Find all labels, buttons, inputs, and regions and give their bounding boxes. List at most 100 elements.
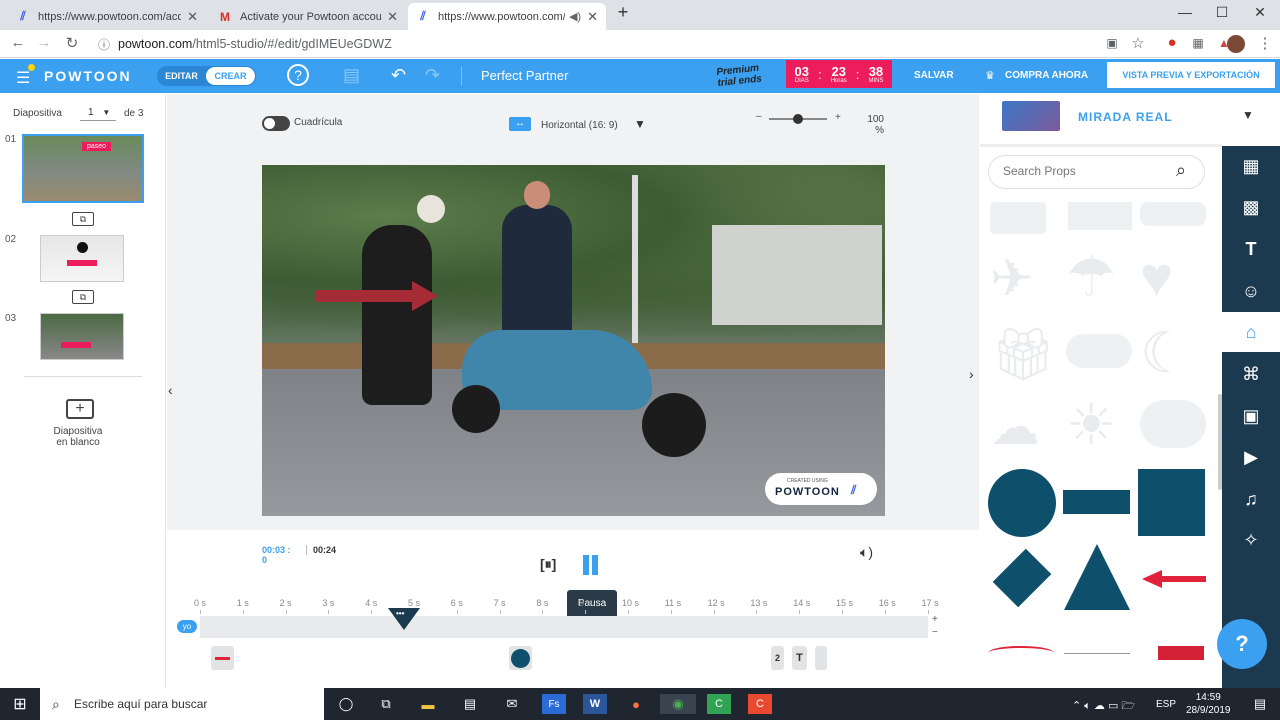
- browser-tab-account[interactable]: ⫽ https://www.powtoon.com/account ✕: [8, 3, 206, 30]
- forward-icon[interactable]: →: [34, 34, 54, 51]
- hamburger-menu-icon[interactable]: ☰: [16, 68, 30, 88]
- slide-select[interactable]: 1 ▼: [80, 105, 116, 121]
- notifications-icon[interactable]: ▤: [1248, 694, 1272, 714]
- timeline-zoom-out-icon[interactable]: −: [932, 627, 938, 638]
- prop-airplane[interactable]: ✈: [990, 249, 1054, 309]
- music-icon[interactable]: ♫: [1222, 479, 1280, 519]
- task-view-icon[interactable]: ⧉: [374, 694, 398, 714]
- word-icon[interactable]: W: [583, 694, 607, 714]
- prop-rectangle[interactable]: [1063, 490, 1130, 514]
- prop-moon[interactable]: ☾: [1140, 320, 1206, 386]
- orientation-icon[interactable]: ↔: [509, 117, 531, 131]
- images-icon[interactable]: ▣: [1222, 396, 1280, 436]
- zoom-out-icon[interactable]: –: [756, 111, 762, 122]
- file-explorer-icon[interactable]: ▬: [416, 694, 440, 714]
- play-scene-icon[interactable]: [⏸]: [540, 556, 556, 573]
- buy-now-button[interactable]: COMPRA AHORA: [1005, 70, 1088, 81]
- timeline-track[interactable]: [200, 616, 928, 638]
- props-icon[interactable]: ⌂: [1222, 312, 1280, 352]
- pause-button[interactable]: [583, 555, 603, 575]
- project-name[interactable]: Perfect Partner: [481, 68, 568, 83]
- red-arrow-prop[interactable]: [316, 290, 416, 302]
- maximize-button[interactable]: ☐: [1207, 4, 1237, 21]
- minimize-button[interactable]: —: [1170, 4, 1200, 20]
- video-icon[interactable]: ▶: [1222, 437, 1280, 477]
- layer-arrow[interactable]: [211, 646, 234, 670]
- tray-icons[interactable]: ⌃ 🔈︎ ☁ ▭ 🗁: [1072, 697, 1135, 716]
- duplicate-slide-icon[interactable]: ⧉: [72, 290, 94, 304]
- undo-icon[interactable]: ↶: [391, 65, 406, 86]
- prop-cart[interactable]: [1068, 202, 1132, 230]
- layer-item[interactable]: [815, 646, 827, 670]
- mode-create[interactable]: CREAR: [206, 67, 255, 85]
- info-icon[interactable]: ⓘ: [94, 36, 114, 53]
- extension-icon[interactable]: ▦: [1188, 36, 1208, 50]
- prop-circle[interactable]: [988, 469, 1056, 537]
- search-icon[interactable]: ⌕: [1176, 160, 1186, 181]
- special-fx-icon[interactable]: ✧: [1222, 520, 1280, 560]
- prop-lock[interactable]: [990, 202, 1046, 234]
- volume-icon[interactable]: 🔈︎): [860, 544, 873, 561]
- close-tab-icon[interactable]: ✕: [387, 9, 398, 25]
- prop-speech-bubble[interactable]: [1140, 400, 1206, 448]
- prop-umbrella[interactable]: ☂: [1066, 244, 1132, 310]
- save-button[interactable]: SALVAR: [914, 70, 954, 81]
- add-blank-slide-icon[interactable]: +: [66, 399, 94, 419]
- slide-canvas[interactable]: CREATED USING POWTOON ⫽: [262, 165, 885, 516]
- timeline-zoom-in-icon[interactable]: +: [932, 614, 938, 625]
- layer-badge[interactable]: 2: [771, 646, 784, 670]
- close-tab-icon[interactable]: ✕: [587, 9, 598, 25]
- characters-icon[interactable]: ☺: [1222, 271, 1280, 311]
- layer-circle[interactable]: [509, 646, 532, 670]
- layer-text[interactable]: T: [792, 646, 807, 670]
- chevron-down-icon[interactable]: ▼: [634, 117, 646, 131]
- extension-icon[interactable]: ●: [1162, 34, 1182, 51]
- cortana-icon[interactable]: ◯: [334, 694, 358, 714]
- prop-red-arrow[interactable]: [1160, 576, 1206, 582]
- background-icon[interactable]: ▩: [1222, 187, 1280, 227]
- new-tab-button[interactable]: +: [608, 2, 638, 23]
- slide-thumbnail-1[interactable]: paseo: [22, 134, 144, 203]
- clock[interactable]: 14:59 28/9/2019: [1186, 691, 1231, 717]
- prop-cloud[interactable]: ☁: [990, 394, 1056, 460]
- slide-thumbnail-3[interactable]: [40, 313, 124, 360]
- prop-truck[interactable]: [1140, 202, 1206, 226]
- mode-toggle[interactable]: EDITAR CREAR: [157, 66, 256, 86]
- preview-export-button[interactable]: VISTA PREVIA Y EXPORTACIÓN: [1107, 62, 1275, 88]
- prop-heart[interactable]: ♥: [1140, 244, 1206, 310]
- prop-diamond[interactable]: [992, 548, 1052, 608]
- grid-toggle[interactable]: [262, 116, 290, 131]
- zoom-slider[interactable]: [769, 114, 827, 124]
- notes-icon[interactable]: ▤: [343, 65, 360, 86]
- props-search[interactable]: ⌕: [989, 156, 1204, 188]
- text-icon[interactable]: T: [1222, 229, 1280, 269]
- orientation-label[interactable]: Horizontal (16: 9): [541, 120, 618, 131]
- chrome-icon[interactable]: ◉: [660, 694, 696, 714]
- prop-triangle[interactable]: [1064, 544, 1130, 610]
- slide-thumbnail-2[interactable]: [40, 235, 124, 282]
- prop-thin-arrow[interactable]: [1064, 653, 1130, 654]
- windows-start-icon[interactable]: ⊞: [8, 694, 32, 714]
- app-icon[interactable]: C: [748, 694, 772, 714]
- fs-app-icon[interactable]: Fs: [542, 694, 566, 714]
- mail-icon[interactable]: ✉: [500, 694, 524, 714]
- prop-square[interactable]: [1138, 469, 1205, 536]
- category-title[interactable]: MIRADA REAL: [1078, 110, 1173, 124]
- prop-gift[interactable]: 🎁︎: [990, 322, 1056, 388]
- prop-lips[interactable]: [1066, 334, 1132, 368]
- store-icon[interactable]: ▤: [458, 694, 482, 714]
- camtasia-icon[interactable]: C: [707, 694, 731, 714]
- prop-curved-arrow[interactable]: [988, 646, 1054, 660]
- duplicate-slide-icon[interactable]: ⧉: [72, 212, 94, 226]
- back-icon[interactable]: ←: [8, 34, 28, 51]
- zoom-in-icon[interactable]: +: [835, 112, 841, 123]
- layout-icon[interactable]: ▦: [1222, 146, 1280, 186]
- browser-tab-activate[interactable]: M Activate your Powtoon account | ✕: [210, 3, 406, 30]
- zoom-slider-knob[interactable]: [793, 114, 803, 124]
- translate-icon[interactable]: ▣: [1102, 36, 1122, 50]
- mode-edit[interactable]: EDITAR: [157, 71, 206, 81]
- url-field[interactable]: powtoon.com/html5-studio/#/edit/gdIMEUeG…: [118, 33, 1118, 55]
- help-chat-button[interactable]: ?: [1217, 619, 1267, 669]
- help-icon[interactable]: ?: [287, 64, 309, 86]
- collapse-left-icon[interactable]: ‹: [168, 382, 173, 398]
